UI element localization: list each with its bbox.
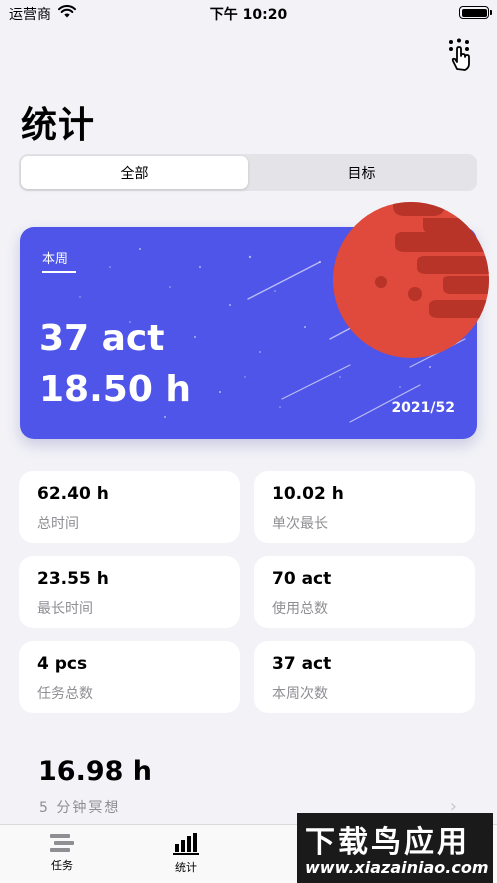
stat-label: 单次最长 (272, 516, 328, 532)
stat-label: 最长时间 (37, 601, 93, 617)
meditation-hours: 16.98 h (38, 756, 153, 787)
chart-bar-icon (173, 833, 199, 855)
period-underline (42, 271, 76, 273)
stat-tile-task-count[interactable]: 4 pcs 任务总数 (19, 641, 240, 713)
tab-statistics[interactable]: 统计 (156, 833, 216, 875)
watermark-overlay: 下载鸟应用 www.xiazainiao.com (297, 813, 493, 883)
watermark-url: www.xiazainiao.com (305, 858, 489, 877)
stat-tile-longest-session[interactable]: 10.02 h 单次最长 (254, 471, 475, 543)
weekly-hours: 18.50 h (39, 369, 192, 410)
tab-label: 任务 (51, 859, 73, 872)
stat-tile-total-uses[interactable]: 70 act 使用总数 (254, 556, 475, 628)
segmented-control: 全部 目标 (19, 154, 477, 191)
stat-tile-longest-time[interactable]: 23.55 h 最长时间 (19, 556, 240, 628)
planet-illustration (333, 202, 489, 358)
stat-label: 使用总数 (272, 601, 328, 617)
segment-goals[interactable]: 目标 (248, 156, 475, 189)
stat-value: 23.55 h (37, 569, 109, 589)
stat-value: 62.40 h (37, 484, 109, 504)
segment-all[interactable]: 全部 (21, 156, 248, 189)
watermark-title: 下载鸟应用 (305, 825, 470, 860)
tasks-icon (50, 834, 74, 852)
stat-tile-weekly-count[interactable]: 37 act 本周次数 (254, 641, 475, 713)
period-label: 本周 (42, 252, 69, 267)
battery-icon (459, 6, 492, 19)
stat-label: 总时间 (37, 516, 79, 532)
status-bar: 运营商 下午 10:20 (0, 0, 497, 26)
stat-value: 70 act (272, 569, 332, 589)
clock: 下午 10:20 (209, 7, 288, 23)
stat-label: 任务总数 (37, 686, 93, 702)
statistics-screen: 运营商 下午 10:20 统计 全部 目标 本周 37 act 18.50 h … (0, 0, 497, 883)
page-title: 统计 (21, 105, 96, 146)
weekly-acts: 37 act (39, 318, 165, 359)
tab-tasks[interactable]: 任务 (32, 833, 92, 873)
stat-label: 本周次数 (272, 686, 328, 702)
tap-gesture-icon[interactable] (447, 38, 473, 72)
stat-value: 10.02 h (272, 484, 344, 504)
stat-tile-total-time[interactable]: 62.40 h 总时间 (19, 471, 240, 543)
stat-value: 37 act (272, 654, 332, 674)
tab-label: 统计 (175, 861, 197, 874)
week-number: 2021/52 (391, 400, 455, 416)
stat-value: 4 pcs (37, 654, 88, 674)
meditation-label: 5 分钟冥想 (39, 800, 121, 816)
